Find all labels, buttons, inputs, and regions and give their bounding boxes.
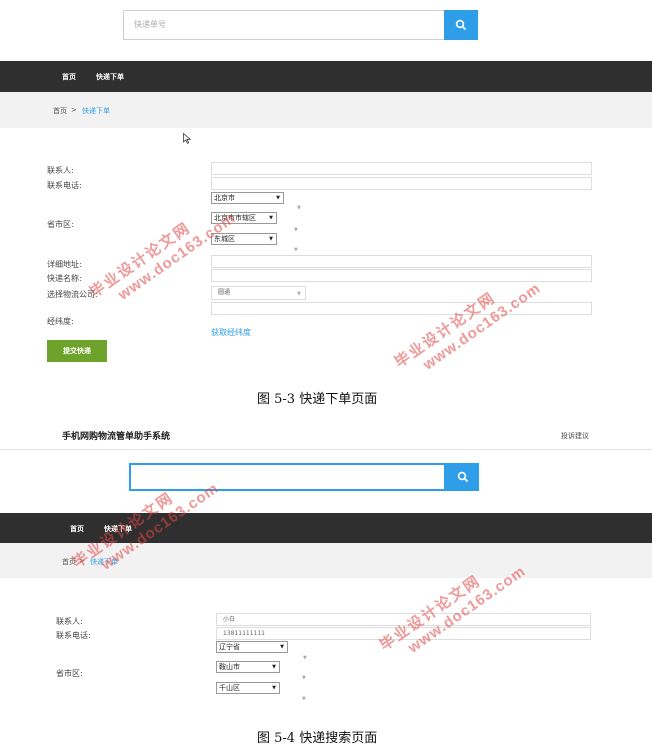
chevron-down-icon: ▼: [276, 195, 280, 201]
search-button[interactable]: [444, 10, 478, 40]
nav-item-order[interactable]: 快递下单: [96, 72, 124, 82]
figure-caption: 图 5-3 快递下单页面: [257, 392, 378, 407]
chevron-down-icon: ▼: [269, 236, 273, 242]
header-divider: [0, 449, 652, 450]
chevron-down-icon: ▼: [272, 685, 276, 691]
address-label: 详细地址:: [47, 260, 82, 269]
contact-label: 联系人:: [56, 617, 83, 626]
breadcrumb-separator: >: [71, 106, 77, 114]
phone-input[interactable]: [211, 177, 592, 190]
contact-label: 联系人:: [47, 166, 74, 175]
breadcrumb-current: 快递下单: [82, 107, 110, 115]
get-coords-link[interactable]: 获取经纬度: [211, 327, 251, 338]
chevron-down-icon: ▼: [294, 247, 298, 253]
tracking-number-input[interactable]: 快递单号: [123, 10, 445, 40]
chevron-down-icon: ▼: [303, 655, 307, 661]
mouse-pointer-icon: [183, 133, 191, 144]
phone-label: 联系电话:: [47, 181, 82, 190]
contact-input[interactable]: [211, 162, 592, 175]
express-name-label: 快递名称:: [47, 274, 82, 283]
region-label: 省市区:: [47, 220, 74, 229]
chevron-down-icon: ▼: [269, 215, 273, 221]
province-select[interactable]: 辽宁省 ▼: [216, 641, 288, 653]
chevron-down-icon: ▼: [280, 644, 284, 650]
chevron-down-icon: ▼: [302, 696, 306, 702]
breadcrumb-home[interactable]: 首页: [53, 106, 67, 116]
nav-item-home[interactable]: 首页: [62, 72, 76, 82]
search-icon: [455, 19, 467, 31]
chevron-down-icon: ▼: [297, 205, 301, 211]
region-label: 省市区:: [56, 669, 83, 678]
main-navbar: 首页 快递下单: [0, 61, 652, 92]
chevron-down-icon: ▼: [302, 675, 306, 681]
city-select[interactable]: 鞍山市 ▼: [216, 661, 280, 673]
feedback-link[interactable]: 投诉建议: [561, 431, 589, 441]
chevron-down-icon: ▼: [297, 291, 301, 297]
coords-label: 经纬度:: [47, 317, 74, 326]
breadcrumb: 首页 > 快递下单: [0, 92, 652, 128]
nav-item-home[interactable]: 首页: [70, 524, 84, 534]
phone-label: 联系电话:: [56, 631, 91, 640]
company-select[interactable]: 圆通 ▼: [211, 286, 306, 300]
chevron-down-icon: ▼: [272, 664, 276, 670]
coords-input[interactable]: [211, 302, 592, 315]
district-select[interactable]: 千山区 ▼: [216, 682, 280, 694]
search-button[interactable]: [446, 463, 479, 491]
chevron-down-icon: ▼: [294, 227, 298, 233]
search-icon: [457, 471, 468, 483]
address-input[interactable]: [211, 255, 592, 268]
submit-button[interactable]: 提交快递: [47, 340, 107, 362]
figure-caption: 图 5-4 快递搜索页面: [257, 731, 378, 746]
app-title: 手机网购物流管单助手系统: [62, 432, 171, 442]
